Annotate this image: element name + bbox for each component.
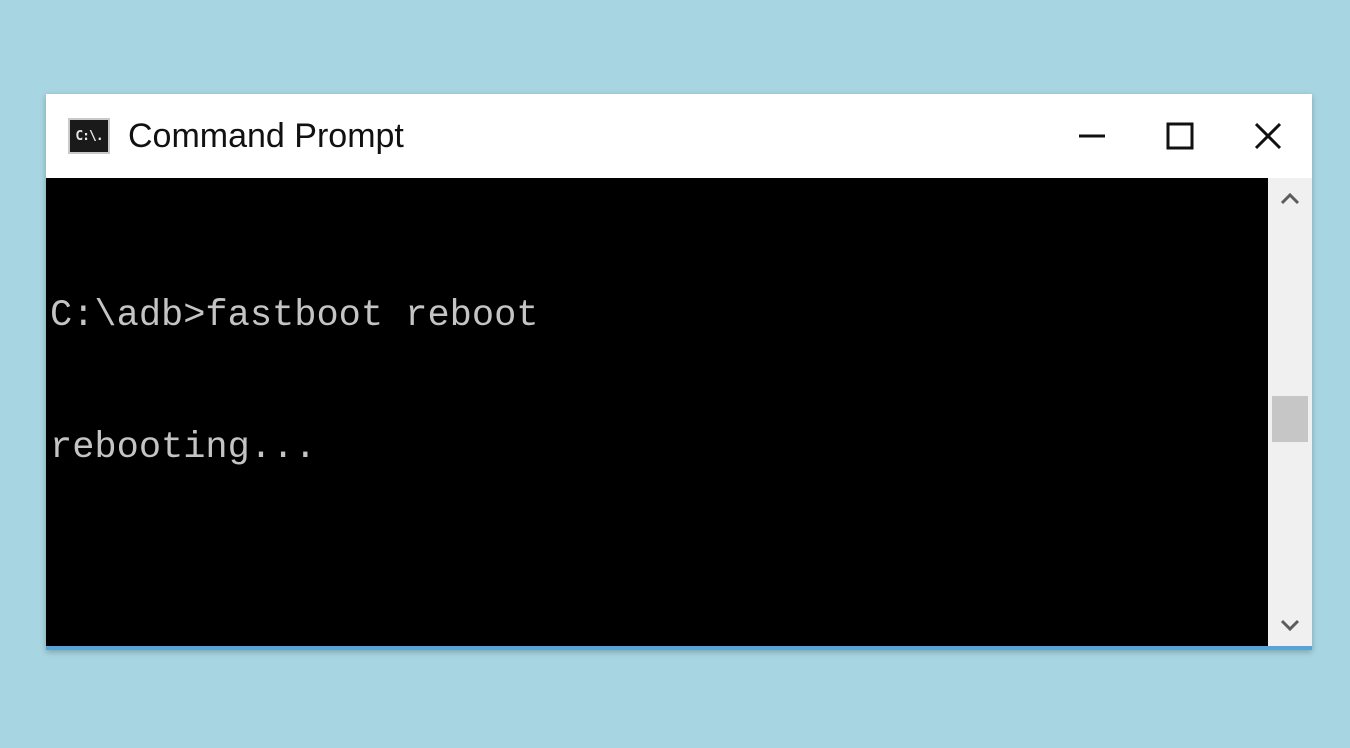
scroll-track[interactable] [1268, 214, 1312, 610]
scroll-thumb[interactable] [1272, 396, 1308, 442]
scroll-up-button[interactable] [1268, 184, 1312, 214]
minimize-button[interactable] [1048, 94, 1136, 178]
cmd-icon: C:\. [68, 118, 110, 154]
chevron-up-icon [1280, 192, 1300, 206]
client-area: C:\adb>fastboot reboot rebooting... fini… [46, 178, 1312, 646]
scroll-down-button[interactable] [1268, 610, 1312, 640]
terminal-output[interactable]: C:\adb>fastboot reboot rebooting... fini… [46, 178, 1268, 646]
titlebar[interactable]: C:\. Command Prompt [46, 94, 1312, 178]
window-controls [1048, 94, 1312, 178]
terminal-line: C:\adb>fastboot reboot [50, 294, 1264, 338]
command-prompt-window: C:\. Command Prompt C [46, 94, 1312, 650]
close-icon [1251, 119, 1285, 153]
window-title: Command Prompt [128, 117, 404, 156]
maximize-button[interactable] [1136, 94, 1224, 178]
cmd-icon-glyph: C:\. [75, 129, 102, 144]
chevron-down-icon [1280, 618, 1300, 632]
minimize-icon [1075, 119, 1109, 153]
terminal-line: rebooting... [50, 426, 1264, 470]
maximize-icon [1163, 119, 1197, 153]
close-button[interactable] [1224, 94, 1312, 178]
vertical-scrollbar[interactable] [1268, 178, 1312, 646]
